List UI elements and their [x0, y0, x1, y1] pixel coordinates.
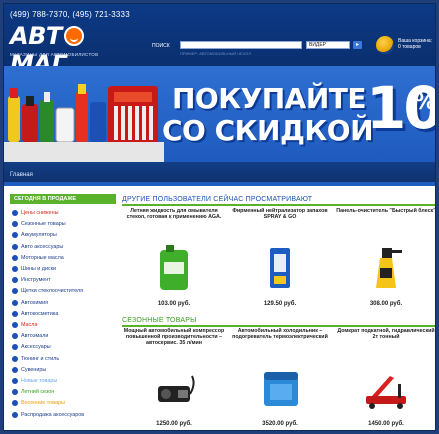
product-name[interactable]: Летняя жидкость для омывателя стекол, го…	[122, 208, 226, 220]
product-card[interactable]: Домкрат подкатной, гидравлический 2т тон…	[334, 328, 435, 430]
sidebar-category-label: Новые товары	[21, 378, 58, 384]
product-name[interactable]: Фирменный нейтрализатор запахов SPRAY & …	[228, 208, 332, 220]
product-name[interactable]: Мощный автомобильный компрессор повышенн…	[122, 328, 226, 347]
bullet-icon	[12, 322, 18, 328]
bullet-icon	[12, 378, 18, 384]
section-seasonal-title: СЕЗОННЫЕ ТОВАРЫ	[122, 316, 435, 327]
sidebar-category-label: Щетки стеклоочистителя	[21, 288, 84, 295]
sidebar-category-label: Моторные масла	[21, 254, 64, 261]
product-price: 103.00 руб.	[157, 301, 191, 307]
sidebar-category-label: Тюнинг и стиль	[21, 355, 60, 362]
bullet-icon	[12, 254, 18, 261]
product-image[interactable]	[362, 244, 410, 292]
product-price: 1450.00 руб.	[368, 421, 404, 427]
product-name[interactable]: Домкрат подкатной, гидравлический 2т тон…	[334, 328, 435, 340]
sidebar-category-label: Аккумуляторы	[21, 232, 57, 239]
product-card[interactable]: Летняя жидкость для омывателя стекол, го…	[122, 208, 226, 314]
product-card[interactable]: Автомобильный холодильник – подогревател…	[228, 328, 332, 430]
search-label: ПОИСК	[152, 43, 170, 49]
sidebar-category-label: Автохимия	[21, 299, 49, 306]
bullet-icon	[12, 400, 18, 407]
product-price: 308.00 руб.	[369, 301, 403, 307]
search-button[interactable]: ▸	[353, 41, 362, 49]
sidebar-category-label: Цены снижены	[21, 210, 59, 216]
product-price: 129.50 руб.	[263, 301, 297, 307]
product-price: 1250.00 руб.	[156, 421, 192, 427]
breadcrumb-home[interactable]: Главная	[10, 172, 33, 178]
bullet-icon	[12, 210, 18, 216]
bullet-icon	[12, 411, 18, 418]
bullet-icon	[12, 221, 18, 228]
main-content: ДРУГИЕ ПОЛЬЗОВАТЕЛИ СЕЙЧАС ПРОСМАТРИВАЮТ…	[122, 194, 435, 430]
search-box: ПОИСК ВИДЕР ▸ ПРИМЕР: АВТОМОБИЛЬНЫЙ ЧЕХО…	[152, 40, 362, 58]
bullet-icon	[12, 232, 18, 239]
search-hint: ПРИМЕР: АВТОМОБИЛЬНЫЙ ЧЕХОЛ	[180, 51, 251, 56]
sidebar-category-label: Весенние товары	[21, 400, 65, 407]
search-input[interactable]	[180, 41, 302, 49]
product-name[interactable]: Автомобильный холодильник – подогревател…	[228, 328, 332, 340]
product-price: 3520.00 руб.	[262, 421, 298, 427]
sidebar-category-label: Аксессуары	[21, 344, 51, 351]
smile-icon	[64, 26, 84, 46]
product-card[interactable]: Панель-очиститель "Быстрый блеск" 308.00 …	[334, 208, 435, 314]
bullet-icon	[12, 299, 18, 306]
banner-percent-sign: %	[414, 90, 436, 115]
header: (499) 788-7370, (495) 721-3333 АВТМАГ МА…	[4, 4, 435, 78]
banner-headline-1: ПОКУПАЙТЕ	[172, 82, 366, 115]
sidebar-title: СЕГОДНЯ В ПРОДАЖЕ	[10, 194, 116, 204]
bullet-icon	[12, 266, 18, 272]
sidebar-category-label: Инструмент	[21, 277, 51, 284]
phone-numbers: (499) 788-7370, (495) 721-3333	[10, 10, 130, 19]
banner-products-illustration	[4, 84, 164, 162]
logo-tagline: МАГАЗИНЫ ДЛЯ АВТОМОБИЛИСТОВ	[10, 52, 99, 57]
sidebar-category-label: Автокосметика	[21, 310, 59, 317]
breadcrumb-divider	[4, 182, 435, 186]
sidebar-category-label: Распродажа аксессуаров	[21, 411, 85, 418]
search-category-select[interactable]: ВИДЕР	[306, 41, 350, 49]
bullet-icon	[12, 333, 18, 340]
bullet-icon	[12, 344, 18, 351]
sidebar-category-label: Авто аксессуары	[21, 243, 64, 250]
bullet-icon	[12, 366, 18, 373]
sidebar-category-label: Автоэмали	[21, 333, 49, 340]
sidebar-category-label: Масла	[21, 322, 38, 328]
bullet-icon	[12, 243, 18, 250]
product-name[interactable]: Панель-очиститель "Быстрый блеск"	[334, 208, 435, 214]
sidebar-category-label: Сезонные товары	[21, 221, 66, 228]
bullet-icon	[12, 277, 18, 284]
product-image[interactable]	[362, 364, 410, 412]
cart-label: Ваша корзина: 0 товаров	[398, 38, 433, 50]
product-image[interactable]	[150, 364, 198, 412]
site-logo[interactable]: АВТМАГ МАГАЗИНЫ ДЛЯ АВТОМОБИЛИСТОВ	[10, 22, 118, 78]
bullet-icon	[12, 288, 18, 295]
promo-banner[interactable]: ПОКУПАЙТЕ СО СКИДКОЙ 10 %	[4, 66, 436, 162]
banner-headline-2: СО СКИДКОЙ	[162, 114, 374, 147]
sidebar-category-label: Сувениры	[21, 366, 47, 373]
category-sidebar: СЕГОДНЯ В ПРОДАЖЕ Цены снижены Сезонные т…	[10, 194, 116, 430]
page: (499) 788-7370, (495) 721-3333 АВТМАГ МА…	[3, 3, 436, 431]
sidebar-category-label: Летний сезон	[21, 389, 55, 396]
cart-widget[interactable]: Ваша корзина: 0 товаров	[376, 34, 435, 58]
bullet-icon	[12, 389, 18, 396]
basket-icon	[376, 36, 394, 54]
section-viewing-now-title: ДРУГИЕ ПОЛЬЗОВАТЕЛИ СЕЙЧАС ПРОСМАТРИВАЮТ	[122, 195, 435, 206]
product-image[interactable]	[150, 244, 198, 292]
breadcrumb-bar: Главная	[4, 162, 435, 186]
bullet-icon	[12, 310, 18, 317]
product-image[interactable]	[256, 244, 304, 292]
sidebar-category-label: Шины и диски	[21, 266, 57, 272]
product-card[interactable]: Мощный автомобильный компрессор повышенн…	[122, 328, 226, 430]
product-image[interactable]	[256, 364, 304, 412]
product-card[interactable]: Фирменный нейтрализатор запахов SPRAY & …	[228, 208, 332, 314]
bullet-icon	[12, 355, 18, 362]
